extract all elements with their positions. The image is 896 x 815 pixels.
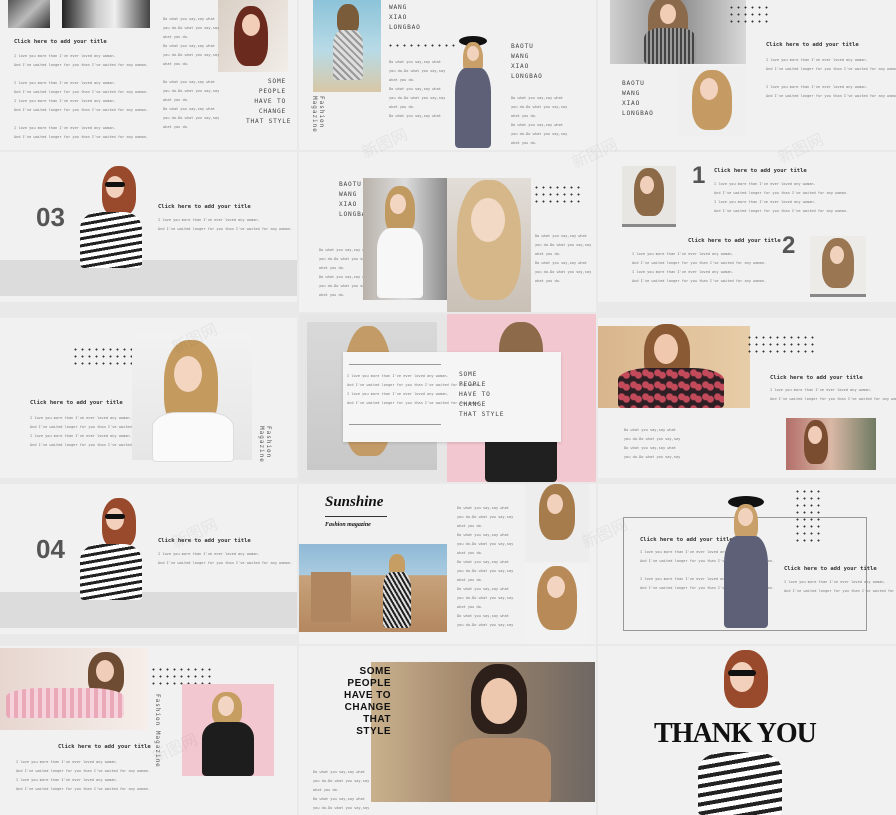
photo-hair-model-1 bbox=[622, 166, 676, 227]
sunshine-title: Sunshine bbox=[325, 494, 384, 510]
slide-title[interactable]: Click here to add your title bbox=[58, 744, 151, 750]
body-text: I love you more than I've ever loved any… bbox=[766, 58, 896, 98]
slide-names: Fashion Magazine WANG XIAO LONGBAO Do what… bbox=[299, 0, 596, 150]
divider-line bbox=[325, 516, 387, 517]
dot-pattern bbox=[794, 488, 822, 544]
body-text: I love you more than I've ever loved any… bbox=[714, 182, 849, 213]
slide-slogan-card: I love you more than I've ever loved any… bbox=[299, 314, 596, 482]
body-text: I love you more than I've ever loved any… bbox=[632, 252, 767, 283]
photo-hat-model bbox=[449, 36, 497, 148]
text-card: I love you more than I've ever loved any… bbox=[343, 352, 561, 442]
thank-you-text: THANK YOU bbox=[654, 718, 817, 749]
photo-hat-model bbox=[718, 496, 774, 628]
slide-two-photos: BAOTU WANG XIAO LONGBAO Do what you say,say… bbox=[299, 152, 596, 312]
divider-line bbox=[349, 364, 441, 365]
photo-striped-model bbox=[76, 164, 150, 300]
body-text: I love you more than I've ever loved any… bbox=[770, 388, 896, 401]
sunshine-subtitle: Fashion magazine bbox=[325, 522, 371, 528]
photo-bw-model bbox=[62, 0, 150, 28]
short-text: Do what you say,say what you do.Do what y… bbox=[457, 506, 514, 627]
photo-striped-model bbox=[76, 496, 150, 632]
dot-pattern bbox=[728, 4, 770, 25]
slide-title-photo: Click here to add your title I love you … bbox=[0, 318, 297, 478]
short-text: Do what you say,say what you do.Do what y… bbox=[389, 60, 446, 118]
names-list: BAOTU WANG XIAO LONGBAO bbox=[511, 43, 543, 80]
list-number: 1 bbox=[692, 162, 706, 189]
short-text: Do what you say,say what you do.Do what y… bbox=[535, 234, 592, 283]
photo-floral-model bbox=[598, 324, 750, 408]
slide-pink-model: Fashion Magazine Click here to add your … bbox=[0, 646, 297, 815]
photo-hair-model-bottom bbox=[525, 564, 589, 644]
slide-numbered-list: 1 Click here to add your title I love yo… bbox=[598, 152, 896, 302]
names-list: WANG XIAO LONGBAO bbox=[389, 4, 421, 31]
slide-framed: Click here to add your title I love you … bbox=[598, 484, 896, 644]
photo-sunglasses-model bbox=[786, 418, 876, 470]
slide-thank-you: THANK YOU bbox=[598, 646, 896, 815]
short-text: Do what you say,say what you do.Do what y… bbox=[511, 96, 568, 145]
body-text: I love you more than I've ever loved any… bbox=[784, 580, 896, 593]
slide-title[interactable]: Click here to add your title bbox=[714, 168, 807, 174]
bold-slogan: SOME PEOPLE HAVE TO CHANGE THAT STYLE bbox=[343, 666, 391, 737]
photo-hair-model-top bbox=[525, 484, 589, 562]
slogan-text: SOME PEOPLE HAVE TO CHANGE THAT STYLE bbox=[246, 78, 292, 125]
photo-brunette-model bbox=[371, 662, 595, 802]
short-text: Do what you say,say what you do.Do what y… bbox=[163, 17, 220, 129]
photo-hair-model-2 bbox=[810, 236, 866, 297]
slide-title[interactable]: Click here to add your title bbox=[766, 42, 859, 48]
dot-pattern bbox=[746, 334, 816, 355]
photo-lounging-model bbox=[0, 648, 148, 730]
names-list: BAOTU WANG XIAO LONGBAO bbox=[622, 80, 654, 117]
photo-sequin-model bbox=[610, 0, 746, 64]
photo-pink-bg-model bbox=[182, 684, 274, 776]
slide-floral-model: Click here to add your title I love you … bbox=[598, 318, 896, 478]
short-text: Do what you say,say what you do.Do what y… bbox=[313, 770, 370, 810]
list-number: 2 bbox=[782, 232, 796, 259]
section-number: 04 bbox=[36, 534, 65, 564]
photo-blonde-model bbox=[678, 66, 746, 136]
slide-title[interactable]: Click here to add your title bbox=[158, 204, 251, 210]
photo-closeup-model bbox=[447, 178, 531, 312]
slide-names-right: Click here to add your title I love you … bbox=[598, 0, 896, 150]
slide-title[interactable]: Click here to add your title bbox=[30, 400, 123, 406]
photo-blonde-tee-model bbox=[132, 334, 252, 462]
slogan-text: SOME PEOPLE HAVE TO CHANGE THAT STYLE bbox=[459, 371, 505, 418]
slide-title[interactable]: Click here to add your title bbox=[770, 375, 863, 381]
section-number: 03 bbox=[36, 202, 65, 232]
dot-pattern bbox=[533, 184, 583, 205]
photo-desert-model bbox=[299, 544, 447, 632]
slide-title-text: Click here to add your title I love you … bbox=[0, 0, 297, 150]
slide-section-03: 03 Click here to add your title I love y… bbox=[0, 152, 297, 302]
body-text: I love you more than I've ever loved any… bbox=[16, 760, 151, 791]
slide-bold-slogan: SOME PEOPLE HAVE TO CHANGE THAT STYLE Do… bbox=[299, 646, 596, 815]
slide-title[interactable]: Click here to add your title bbox=[158, 538, 251, 544]
body-text: I love you more than I've ever loved any… bbox=[158, 552, 293, 565]
slide-section-04: 04 Click here to add your title I love y… bbox=[0, 484, 297, 634]
photo-bw-portrait bbox=[8, 0, 50, 28]
photo-beach-model bbox=[313, 0, 381, 92]
divider-line bbox=[349, 424, 441, 425]
photo-redhead-model bbox=[218, 0, 288, 72]
slide-title[interactable]: Click here to add your title bbox=[688, 238, 781, 244]
body-text: I love you more than I've ever loved any… bbox=[14, 54, 149, 139]
slide-title[interactable]: Click here to add your title bbox=[784, 566, 877, 572]
magazine-label: Fashion Magazine bbox=[258, 426, 272, 463]
body-text: Do what you say,say what you do.Do what y… bbox=[624, 428, 681, 459]
magazine-label: Fashion Magazine bbox=[311, 96, 325, 133]
body-text: I love you more than I've ever loved any… bbox=[158, 218, 293, 231]
photo-white-shirt-model bbox=[363, 178, 447, 300]
slide-sunshine: Sunshine Fashion magazine Do what you sa… bbox=[299, 484, 596, 644]
dot-pattern bbox=[387, 42, 457, 49]
body-text: I love you more than I've ever loved any… bbox=[347, 374, 482, 405]
magazine-label: Fashion Magazine bbox=[154, 694, 161, 768]
slide-title[interactable]: Click here to add your title bbox=[14, 39, 107, 45]
